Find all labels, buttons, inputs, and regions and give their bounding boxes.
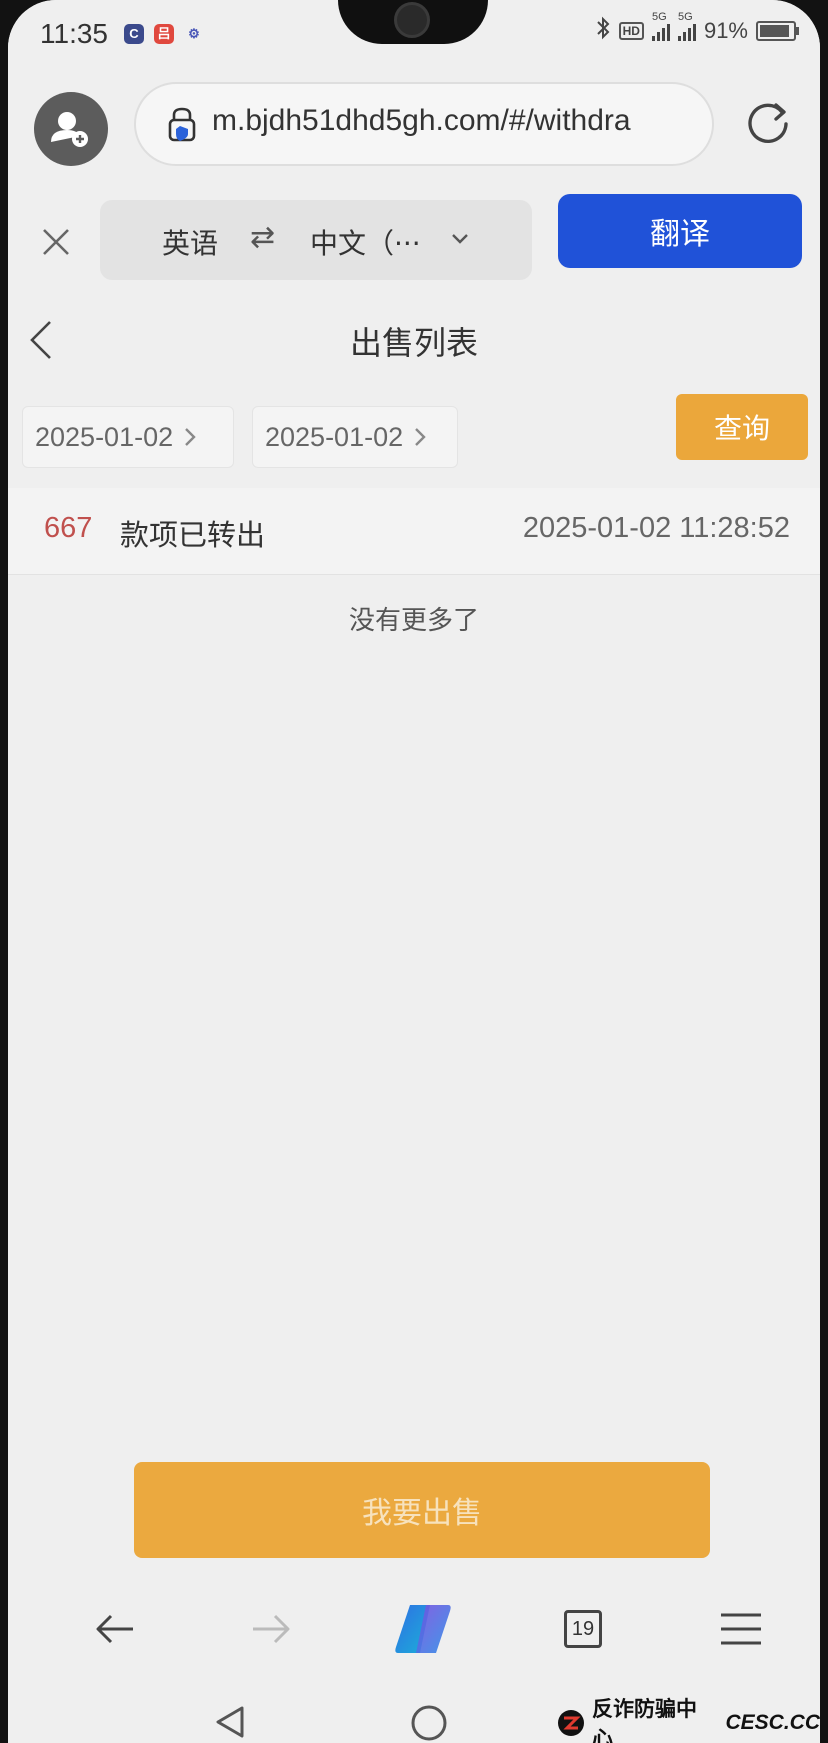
sell-button[interactable]: 我要出售	[134, 1462, 710, 1558]
signal-icon: 5G	[677, 11, 696, 47]
menu-icon[interactable]	[706, 1594, 776, 1664]
watermark-site: CESC.CC	[725, 1711, 820, 1734]
nav-back-icon[interactable]	[212, 1702, 248, 1743]
battery-percent: 91%	[703, 18, 748, 43]
chevron-right-icon	[183, 425, 197, 449]
chevron-right-icon	[413, 425, 427, 449]
language-selector[interactable]: 英语 ⇄ 中文（···	[100, 200, 532, 280]
record-time: 2025-01-02 11:28:52	[522, 512, 790, 544]
target-language[interactable]: 中文（···	[310, 222, 421, 262]
reload-icon[interactable]	[736, 92, 800, 156]
secure-lock-icon[interactable]	[162, 104, 202, 144]
back-arrow-icon[interactable]	[80, 1594, 150, 1664]
camera-notch	[338, 0, 488, 44]
tabs-button[interactable]: 19	[548, 1594, 618, 1664]
swap-language-icon[interactable]: ⇄	[250, 220, 275, 255]
status-bar: 11:35 C 吕 ⚙ HD 5G 5G 91%	[8, 0, 820, 72]
end-date-value: 2025-01-02	[265, 421, 404, 452]
battery-icon	[756, 21, 799, 41]
address-bar[interactable]: m.bjdh51dhd5gh.com/#/withdra	[134, 82, 714, 166]
watermark: 反诈防骗中心 CESC.CC	[556, 1697, 820, 1743]
notification-app-icon: 吕	[154, 24, 174, 44]
record-status: 款项已转出	[120, 518, 266, 552]
tabs-count: 19	[564, 1610, 602, 1648]
source-language[interactable]: 英语	[162, 222, 218, 262]
translate-button[interactable]: 翻译	[558, 194, 802, 268]
notification-app-icon: ⚙	[188, 26, 200, 41]
hd-voice-icon: HD	[618, 22, 644, 40]
list-end-message: 没有更多了	[348, 606, 479, 636]
anti-fraud-logo-icon	[556, 1708, 586, 1738]
watermark-text: 反诈防骗中心	[592, 1697, 697, 1743]
bluetooth-icon	[595, 16, 611, 46]
nav-home-icon[interactable]	[408, 1702, 450, 1743]
close-icon[interactable]	[34, 220, 78, 264]
status-indicators: HD 5G 5G 91%	[595, 11, 799, 48]
end-date-picker[interactable]: 2025-01-02	[252, 406, 458, 468]
translate-bar: 英语 ⇄ 中文（··· 翻译	[8, 190, 820, 290]
copilot-icon[interactable]	[388, 1594, 458, 1664]
signal-icon: 5G	[651, 11, 670, 47]
browser-bottom-nav: 19	[8, 1584, 820, 1676]
query-button[interactable]: 查询	[676, 394, 808, 460]
chevron-down-icon[interactable]	[448, 226, 472, 250]
front-camera	[394, 2, 430, 38]
page-header: 出售列表	[8, 300, 820, 380]
phone-frame: 11:35 C 吕 ⚙ HD 5G 5G 91% m.bjdh51dhd5gh.…	[0, 0, 828, 1743]
notification-app-icon: C	[124, 24, 144, 44]
date-filter: 2025-01-02 2025-01-02 查询	[8, 392, 820, 472]
forward-arrow-icon[interactable]	[236, 1594, 306, 1664]
profile-add-icon[interactable]	[34, 92, 108, 166]
start-date-picker[interactable]: 2025-01-02	[22, 406, 234, 468]
record-amount: 667	[44, 512, 93, 544]
url-text[interactable]: m.bjdh51dhd5gh.com/#/withdra	[212, 104, 631, 138]
phone-screen: 11:35 C 吕 ⚙ HD 5G 5G 91% m.bjdh51dhd5gh.…	[8, 0, 820, 1743]
page-title: 出售列表	[349, 324, 478, 362]
start-date-value: 2025-01-02	[35, 421, 174, 452]
table-row[interactable]: 667 款项已转出 2025-01-02 11:28:52	[8, 488, 820, 575]
status-time: 11:35	[40, 18, 108, 49]
